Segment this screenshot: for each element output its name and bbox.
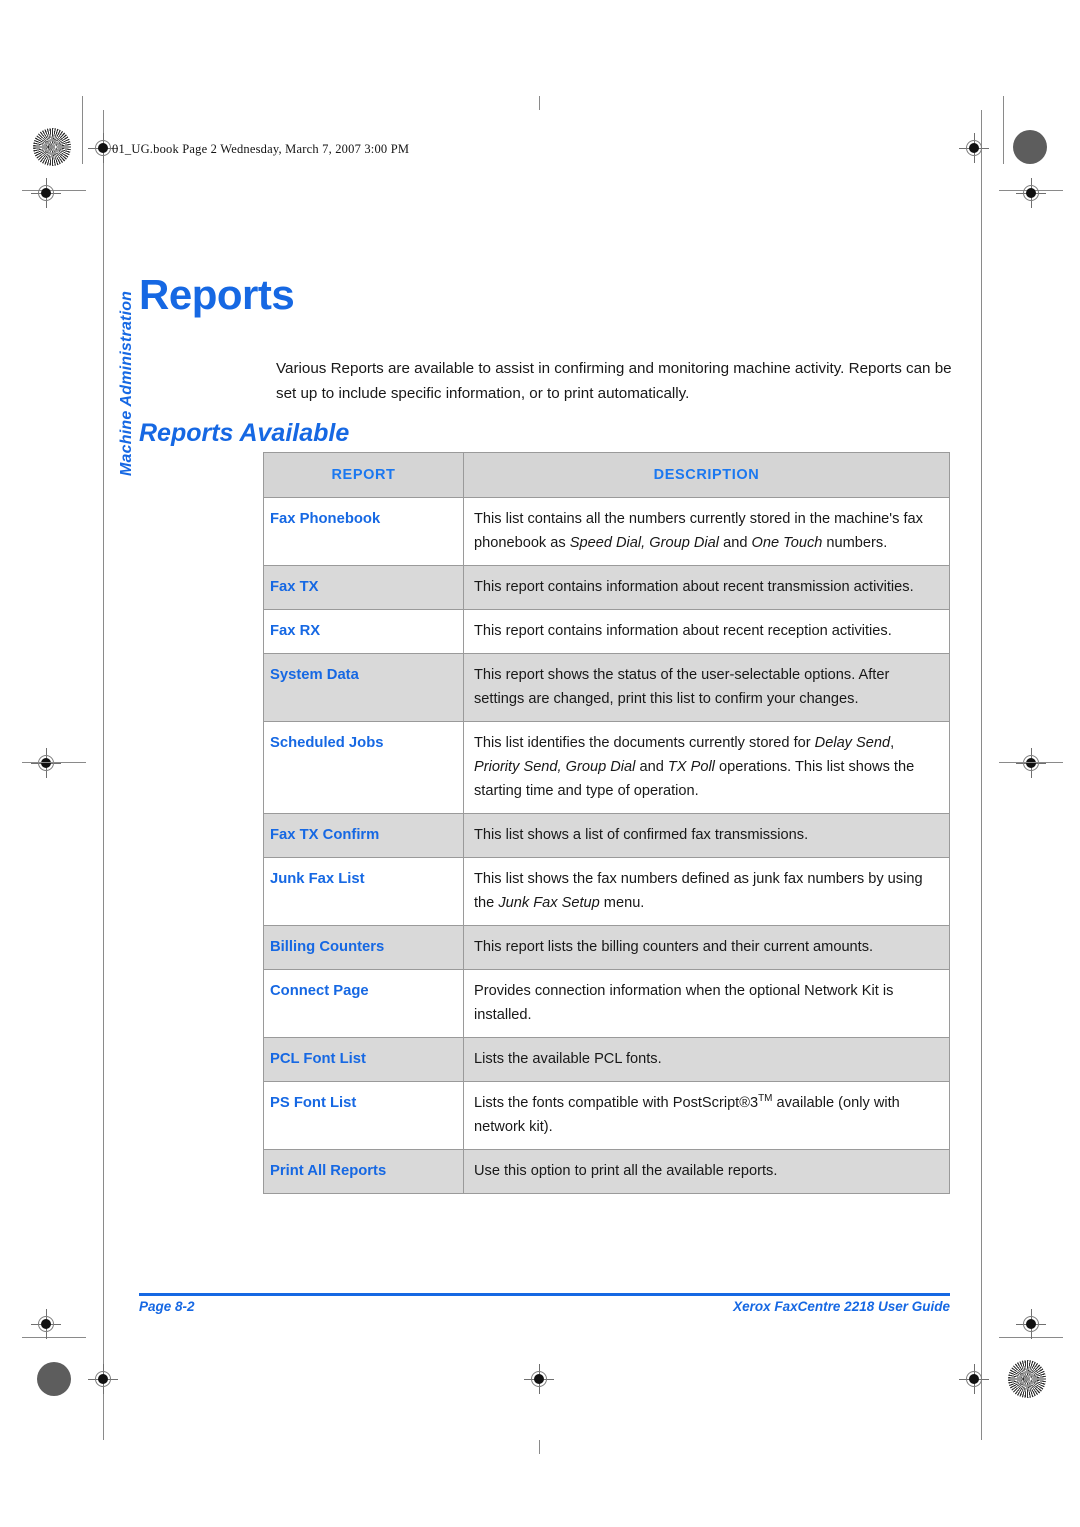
table-row: Billing Counters This report lists the bi… [263, 925, 950, 970]
table-row: Print All Reports Use this option to prin… [263, 1149, 950, 1194]
report-name-cell: Fax Phonebook [263, 497, 464, 566]
report-description-cell: This list contains all the numbers curre… [463, 497, 950, 566]
report-description-cell: Lists the available PCL fonts. [463, 1037, 950, 1082]
report-description-cell: This list shows the fax numbers defined … [463, 857, 950, 926]
report-description-cell: Use this option to print all the availab… [463, 1149, 950, 1194]
report-name-cell: Billing Counters [263, 925, 464, 970]
report-description-cell: This report contains information about r… [463, 609, 950, 654]
file-header-stamp: 01_UG.book Page 2 Wednesday, March 7, 20… [112, 142, 410, 156]
section-heading: Reports Available [139, 418, 350, 447]
report-name-cell: Print All Reports [263, 1149, 464, 1194]
report-name-cell: Junk Fax List [263, 857, 464, 926]
report-description-cell: This report shows the status of the user… [463, 653, 950, 722]
table-row: Scheduled Jobs This list identifies the d… [263, 721, 950, 814]
report-description-cell: This list identifies the documents curre… [463, 721, 950, 814]
report-description-cell: Provides connection information when the… [463, 969, 950, 1038]
report-name-cell: Scheduled Jobs [263, 721, 464, 814]
table-row: System Data This report shows the status … [263, 653, 950, 722]
column-header-report: REPORT [263, 452, 464, 498]
reports-table-body: Fax Phonebook This list contains all the … [263, 497, 950, 1194]
report-name-cell: PS Font List [263, 1081, 464, 1150]
report-name-cell: PCL Font List [263, 1037, 464, 1082]
table-row: PCL Font List Lists the available PCL fon… [263, 1037, 950, 1082]
table-row: Connect Page Provides connection informat… [263, 969, 950, 1038]
document-page: 01_UG.book Page 2 Wednesday, March 7, 20… [0, 0, 1080, 1527]
reports-available-table: REPORT DESCRIPTION Fax Phonebook This lis… [263, 452, 950, 1194]
report-name-cell: System Data [263, 653, 464, 722]
footer-divider [139, 1293, 950, 1296]
report-name-cell: Fax TX [263, 565, 464, 610]
intro-paragraph: Various Reports are available to assist … [276, 360, 952, 403]
report-description-cell: This report lists the billing counters a… [463, 925, 950, 970]
table-row: Fax TX This report contains information a… [263, 565, 950, 610]
table-row: Fax TX Confirm This list shows a list of … [263, 813, 950, 858]
footer-page-number: Page 8-2 [139, 1299, 195, 1314]
report-name-cell: Fax TX Confirm [263, 813, 464, 858]
column-header-description: DESCRIPTION [463, 452, 950, 498]
report-description-cell: This report contains information about r… [463, 565, 950, 610]
table-row: Fax Phonebook This list contains all the … [263, 497, 950, 566]
report-description-cell: This list shows a list of confirmed fax … [463, 813, 950, 858]
table-row: Fax RX This report contains information a… [263, 609, 950, 654]
report-description-cell: Lists the fonts compatible with PostScri… [463, 1081, 950, 1150]
table-row: Junk Fax List This list shows the fax num… [263, 857, 950, 926]
table-header-row: REPORT DESCRIPTION [263, 452, 950, 498]
report-name-cell: Connect Page [263, 969, 464, 1038]
report-name-cell: Fax RX [263, 609, 464, 654]
page-title: Reports [139, 271, 295, 319]
table-row: PS Font List Lists the fonts compatible w… [263, 1081, 950, 1150]
footer-guide-title: Xerox FaxCentre 2218 User Guide [733, 1299, 950, 1314]
